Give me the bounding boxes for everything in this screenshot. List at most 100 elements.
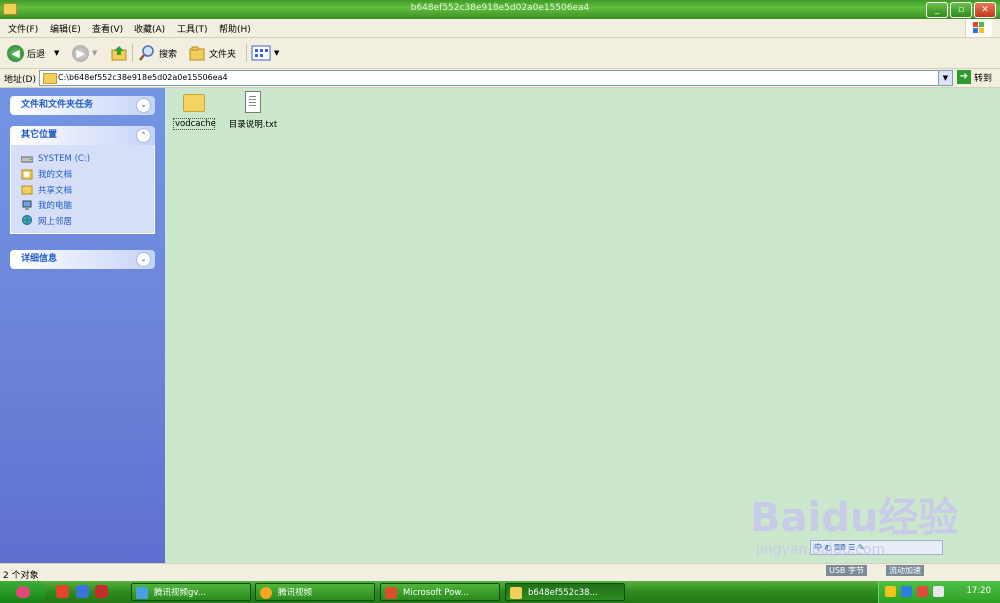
- network-places-icon: [22, 215, 32, 226]
- menu-view[interactable]: 查看(V): [92, 22, 123, 35]
- menu-help[interactable]: 帮助(H): [219, 22, 251, 35]
- drive-icon: [21, 156, 33, 163]
- task-pane: 文件和文件夹任务 ⌄ 其它位置 ⌃ SYSTEM (C:) 我的文档 共享文档: [0, 88, 165, 563]
- forward-arrow-icon: ▶: [72, 44, 89, 62]
- watermark-logo: Baidu经验: [750, 495, 959, 541]
- search-label: 搜索: [159, 49, 178, 60]
- folders-icon: [189, 46, 205, 61]
- minimize-button[interactable]: _: [926, 2, 948, 18]
- place-my-documents[interactable]: 我的文档: [21, 167, 154, 183]
- address-dropdown-icon[interactable]: ▼: [938, 71, 952, 85]
- task-tencent-video-2[interactable]: 腾讯视频: [255, 583, 375, 601]
- maximize-button[interactable]: ▫: [950, 2, 972, 18]
- forward-button[interactable]: ▶ ▼: [72, 43, 97, 63]
- task-tencent-video-1[interactable]: 腾讯视频gv...: [131, 583, 251, 601]
- other-places-list: SYSTEM (C:) 我的文档 共享文档 我的电脑 网上邻居: [10, 145, 155, 234]
- antivirus-tray-icon[interactable]: [917, 586, 928, 597]
- folders-button[interactable]: 文件夹: [188, 43, 236, 63]
- file-item-text[interactable]: 目录说明.txt: [223, 91, 283, 130]
- task-explorer-window[interactable]: b648ef552c38...: [505, 583, 625, 601]
- details-title: 详细信息: [21, 254, 58, 264]
- up-folder-button[interactable]: [110, 43, 128, 63]
- back-arrow-icon: ◀: [7, 44, 24, 62]
- object-count: 2 个对象: [3, 571, 39, 581]
- go-button[interactable]: ➜ 转到: [957, 70, 992, 84]
- file-name: vodcache: [173, 118, 216, 130]
- user-quicklaunch-icon[interactable]: [76, 585, 89, 598]
- place-label: 我的电脑: [38, 201, 73, 212]
- volume-tray-icon[interactable]: [933, 586, 944, 597]
- close-button[interactable]: ✕: [974, 2, 996, 18]
- details-header[interactable]: 详细信息 ⌄: [10, 250, 155, 269]
- task-label: b648ef552c38...: [528, 588, 598, 598]
- place-label: 共享文档: [38, 185, 73, 196]
- app-tray-icon[interactable]: [901, 586, 912, 597]
- menu-tools[interactable]: 工具(T): [177, 22, 208, 35]
- address-path: C:\b648ef552c38e918e5d02a0e15506ea4: [58, 73, 228, 82]
- title-bar[interactable]: b648ef552c38e918e5d02a0e15506ea4 _ ▫ ✕: [0, 0, 1000, 19]
- file-item-folder[interactable]: vodcache: [173, 94, 216, 130]
- other-places-panel: 其它位置 ⌃ SYSTEM (C:) 我的文档 共享文档 我的电脑 网上邻居: [10, 126, 155, 234]
- views-button[interactable]: ▼: [251, 43, 279, 63]
- place-system-drive[interactable]: SYSTEM (C:): [21, 151, 154, 167]
- menu-file[interactable]: 文件(F): [8, 22, 38, 35]
- window-title: b648ef552c38e918e5d02a0e15506ea4: [410, 3, 590, 13]
- file-tasks-header[interactable]: 文件和文件夹任务 ⌄: [10, 96, 155, 115]
- place-network[interactable]: 网上邻居: [21, 213, 154, 229]
- folders-label: 文件夹: [209, 49, 237, 60]
- taskbar: 腾讯视频gv... 腾讯视频 Microsoft Pow... b648ef55…: [0, 581, 1000, 603]
- windows-logo-icon: [965, 19, 992, 37]
- window-controls: _ ▫ ✕: [926, 2, 996, 18]
- folder-icon: [43, 73, 57, 84]
- file-tasks-panel: 文件和文件夹任务 ⌄: [10, 96, 155, 115]
- browser-quicklaunch-icon[interactable]: [56, 585, 69, 598]
- toolbar: ◀ 后退 ▼ ▶ ▼ 搜索 文件夹 ▼: [0, 38, 1000, 69]
- back-button[interactable]: ◀ 后退 ▼: [7, 43, 59, 63]
- video-app-icon: [260, 587, 272, 599]
- place-shared-documents[interactable]: 共享文档: [21, 182, 154, 198]
- views-icon: [251, 45, 271, 61]
- back-dropdown-icon[interactable]: ▼: [54, 49, 59, 57]
- go-arrow-icon: ➜: [957, 70, 971, 84]
- address-input[interactable]: C:\b648ef552c38e918e5d02a0e15506ea4 ▼: [39, 70, 953, 86]
- details-panel: 详细信息 ⌄: [10, 250, 155, 269]
- expand-chevron-icon[interactable]: ⌄: [136, 98, 151, 113]
- views-dropdown-icon: ▼: [274, 49, 280, 57]
- language-indicator[interactable]: USB 字节: [826, 565, 867, 576]
- up-folder-icon: [111, 46, 127, 61]
- clock[interactable]: 17:20: [967, 586, 992, 596]
- text-file-icon: [245, 91, 261, 113]
- file-tasks-title: 文件和文件夹任务: [21, 100, 94, 110]
- menu-bar: 文件(F) 编辑(E) 查看(V) 收藏(A) 工具(T) 帮助(H): [0, 19, 1000, 38]
- start-button[interactable]: [0, 581, 46, 603]
- my-computer-icon: [22, 200, 32, 210]
- accelerator-indicator[interactable]: 流动加速: [886, 565, 924, 576]
- place-my-computer[interactable]: 我的电脑: [21, 198, 154, 214]
- file-name: 目录说明.txt: [228, 120, 278, 130]
- collapse-chevron-icon[interactable]: ⌃: [136, 128, 151, 143]
- menu-edit[interactable]: 编辑(E): [50, 22, 81, 35]
- forward-dropdown-icon[interactable]: ▼: [92, 49, 97, 57]
- shared-folder-icon: [21, 185, 33, 195]
- media-tray-icon[interactable]: [885, 586, 896, 597]
- folder-icon: [183, 94, 205, 112]
- app-quicklaunch-icon[interactable]: [95, 585, 108, 598]
- other-places-header[interactable]: 其它位置 ⌃: [10, 126, 155, 145]
- menu-favorites[interactable]: 收藏(A): [134, 22, 165, 35]
- go-label: 转到: [974, 73, 993, 84]
- back-label: 后退: [27, 49, 46, 60]
- address-bar: 地址(D) C:\b648ef552c38e918e5d02a0e15506ea…: [0, 69, 1000, 88]
- search-button[interactable]: 搜索: [138, 43, 177, 63]
- powerpoint-icon: [385, 587, 397, 599]
- watermark-url: jingyan.baidu.com: [756, 542, 886, 558]
- task-powerpoint[interactable]: Microsoft Pow...: [380, 583, 500, 601]
- task-label: 腾讯视频gv...: [154, 588, 206, 598]
- search-icon: [139, 45, 154, 61]
- task-label: 腾讯视频: [278, 588, 313, 598]
- place-label: 网上邻居: [38, 216, 73, 227]
- expand-chevron-icon[interactable]: ⌄: [136, 252, 151, 267]
- system-tray: 17:20: [878, 581, 1000, 603]
- other-places-title: 其它位置: [21, 130, 58, 140]
- my-documents-icon: [21, 169, 33, 180]
- place-label: 我的文档: [38, 170, 73, 181]
